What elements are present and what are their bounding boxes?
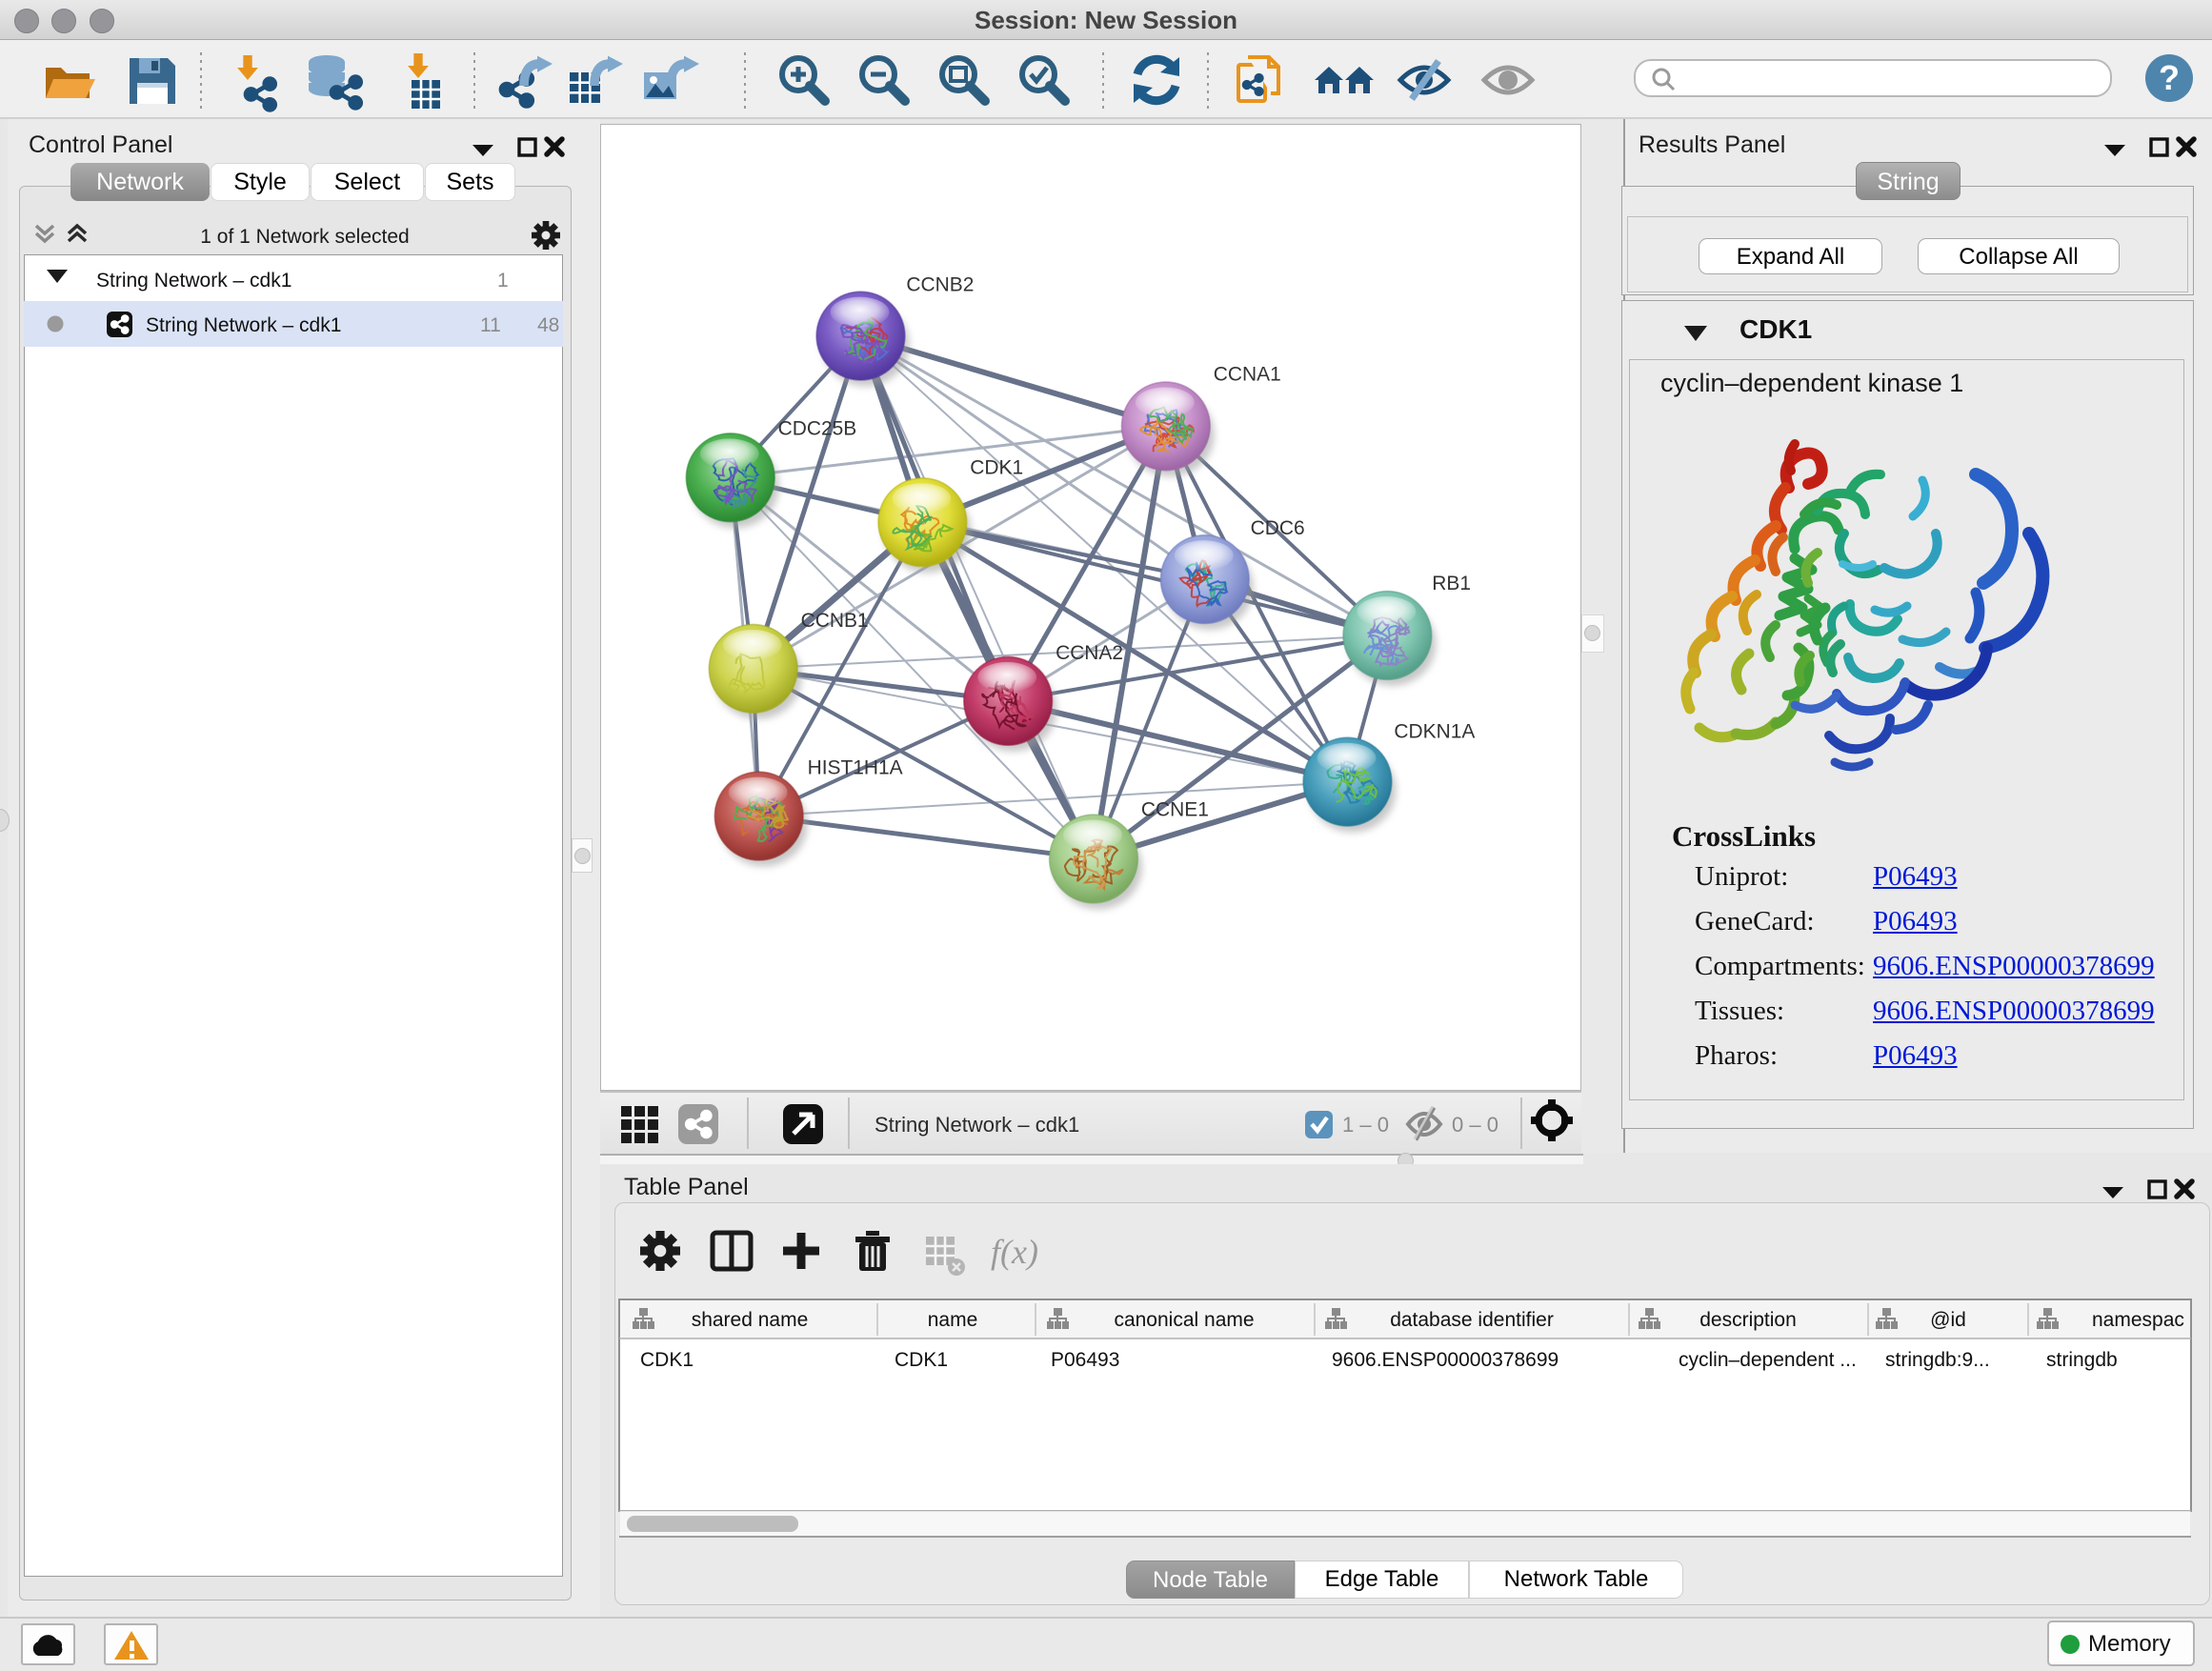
svg-text:CCNA1: CCNA1 (1214, 363, 1281, 385)
svg-text:CCNB2: CCNB2 (906, 274, 974, 296)
svg-text:1: 1 (497, 270, 509, 292)
svg-text:stringdb:9...: stringdb:9... (1885, 1349, 1990, 1371)
svg-text:HIST1H1A: HIST1H1A (808, 757, 903, 779)
svg-text:?: ? (2159, 58, 2180, 97)
svg-text:48: 48 (537, 314, 559, 336)
svg-text:CDKN1A: CDKN1A (1394, 721, 1475, 743)
svg-text:@id: @id (1930, 1309, 1966, 1331)
svg-text:1 – 0: 1 – 0 (1342, 1113, 1389, 1137)
svg-text:stringdb: stringdb (2046, 1349, 2118, 1371)
svg-text:description: description (1699, 1309, 1797, 1331)
svg-text:CDK1: CDK1 (640, 1349, 694, 1371)
svg-text:CDC6: CDC6 (1251, 517, 1305, 539)
svg-text:P06493: P06493 (1051, 1349, 1119, 1371)
svg-text:11: 11 (480, 314, 501, 336)
svg-text:CDK1: CDK1 (970, 456, 1023, 478)
svg-text:canonical name: canonical name (1114, 1309, 1254, 1331)
svg-text:RB1: RB1 (1432, 573, 1471, 594)
svg-text:database identifier: database identifier (1390, 1309, 1554, 1331)
svg-text:cyclin–dependent ...: cyclin–dependent ... (1679, 1349, 1857, 1371)
svg-text:CCNB1: CCNB1 (801, 610, 869, 632)
svg-text:CCNE1: CCNE1 (1141, 799, 1209, 821)
svg-text:name: name (928, 1309, 978, 1331)
svg-text:9606.ENSP00000378699: 9606.ENSP00000378699 (1332, 1349, 1558, 1371)
svg-text:CDK1: CDK1 (895, 1349, 948, 1371)
svg-text:shared name: shared name (692, 1309, 809, 1331)
svg-text:String Network – cdk1: String Network – cdk1 (146, 314, 341, 336)
svg-text:f(x): f(x) (991, 1233, 1038, 1271)
svg-text:0 – 0: 0 – 0 (1452, 1113, 1498, 1137)
svg-text:namespac: namespac (2092, 1309, 2184, 1331)
svg-text:CCNA2: CCNA2 (1056, 642, 1123, 664)
svg-text:CDC25B: CDC25B (778, 417, 857, 439)
svg-text:String Network – cdk1: String Network – cdk1 (875, 1113, 1079, 1137)
svg-text:String Network – cdk1: String Network – cdk1 (96, 270, 292, 292)
